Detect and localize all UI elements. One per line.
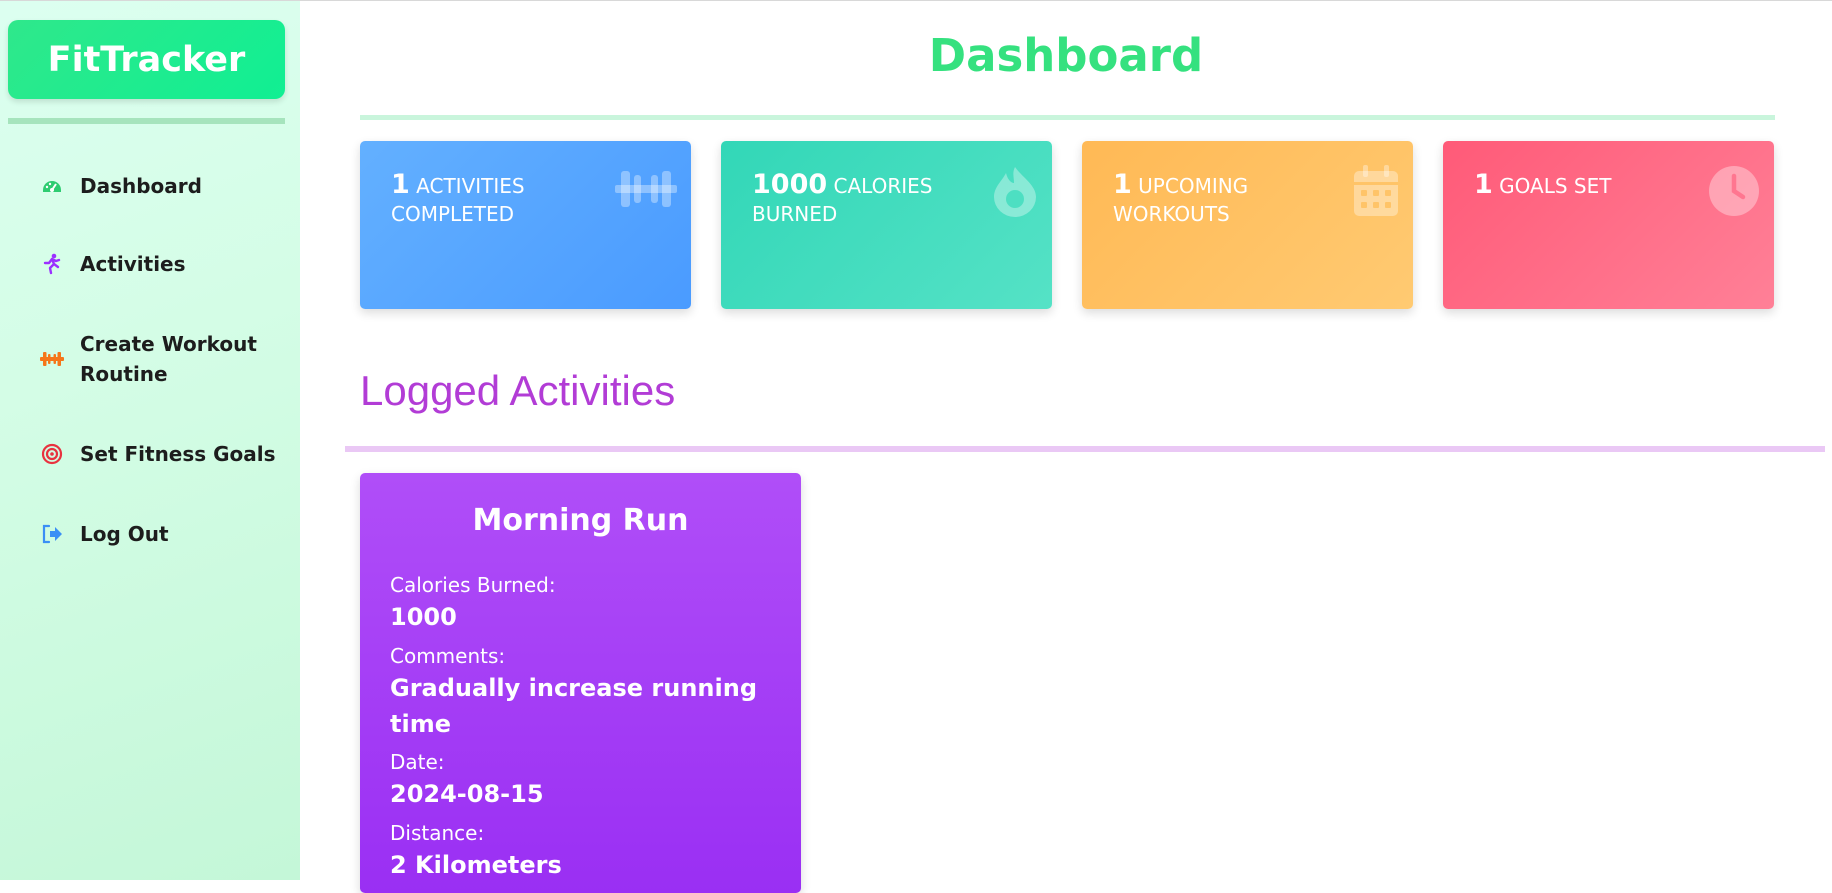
page-title: Dashboard xyxy=(928,29,1204,82)
sidebar: FitTracker Dashboard Activities Create W… xyxy=(0,1,300,880)
stat-label: UPCOMING WORKOUTS xyxy=(1113,174,1249,226)
logout-icon xyxy=(40,522,64,546)
stat-value: 1000 xyxy=(752,169,828,200)
sidebar-item-activities[interactable]: Activities xyxy=(40,249,186,279)
comments-label: Comments: xyxy=(390,644,506,668)
clock-icon xyxy=(1708,165,1760,221)
distance-label: Distance: xyxy=(390,821,485,845)
stat-card-goals[interactable]: 1 GOALS SET xyxy=(1443,141,1774,309)
app-name: FitTracker xyxy=(47,39,246,80)
running-person-icon xyxy=(40,252,64,276)
activity-title: Morning Run xyxy=(472,503,689,538)
flame-icon xyxy=(992,165,1038,221)
sidebar-item-label: Create Workout Routine xyxy=(80,332,257,386)
sidebar-item-label: Set Fitness Goals xyxy=(80,442,276,466)
gauge-icon xyxy=(40,174,64,198)
stat-value: 1 xyxy=(391,169,410,200)
title-divider xyxy=(360,115,1775,120)
comments-value: Gradually increase running time xyxy=(390,674,757,738)
stat-card-calories[interactable]: 1000 CALORIES BURNED xyxy=(721,141,1052,309)
section-title: Logged Activities xyxy=(360,367,676,414)
calendar-icon xyxy=(1353,165,1399,221)
sidebar-item-label: Activities xyxy=(80,252,186,276)
distance-value: 2 Kilometers xyxy=(390,851,562,879)
stat-card-activities[interactable]: 1 ACTIVITIES COMPLETED xyxy=(360,141,691,309)
sidebar-item-log-out[interactable]: Log Out xyxy=(40,519,169,549)
calories-label: Calories Burned: xyxy=(390,573,556,597)
stat-label: ACTIVITIES COMPLETED xyxy=(391,174,525,226)
stat-value: 1 xyxy=(1113,169,1132,200)
dumbbell-icon xyxy=(40,347,64,371)
date-label: Date: xyxy=(390,750,445,774)
sidebar-item-dashboard[interactable]: Dashboard xyxy=(40,171,202,201)
target-icon xyxy=(40,442,64,466)
app-logo[interactable]: FitTracker xyxy=(8,20,285,99)
sidebar-item-set-fitness-goals[interactable]: Set Fitness Goals xyxy=(40,439,276,469)
section-divider xyxy=(345,446,1825,452)
stat-card-upcoming-workouts[interactable]: 1 UPCOMING WORKOUTS xyxy=(1082,141,1413,309)
sidebar-item-label: Dashboard xyxy=(80,174,202,198)
date-value: 2024-08-15 xyxy=(390,780,544,808)
sidebar-item-label: Log Out xyxy=(80,522,169,546)
stat-label: GOALS SET xyxy=(1499,174,1612,198)
calories-value: 1000 xyxy=(390,603,457,631)
sidebar-item-create-workout-routine[interactable]: Create Workout Routine xyxy=(40,329,280,389)
activity-card[interactable]: Morning Run Calories Burned: 1000 Commen… xyxy=(360,473,801,893)
sidebar-divider xyxy=(8,118,285,124)
dumbbell-icon xyxy=(615,165,677,217)
stat-value: 1 xyxy=(1474,169,1493,200)
